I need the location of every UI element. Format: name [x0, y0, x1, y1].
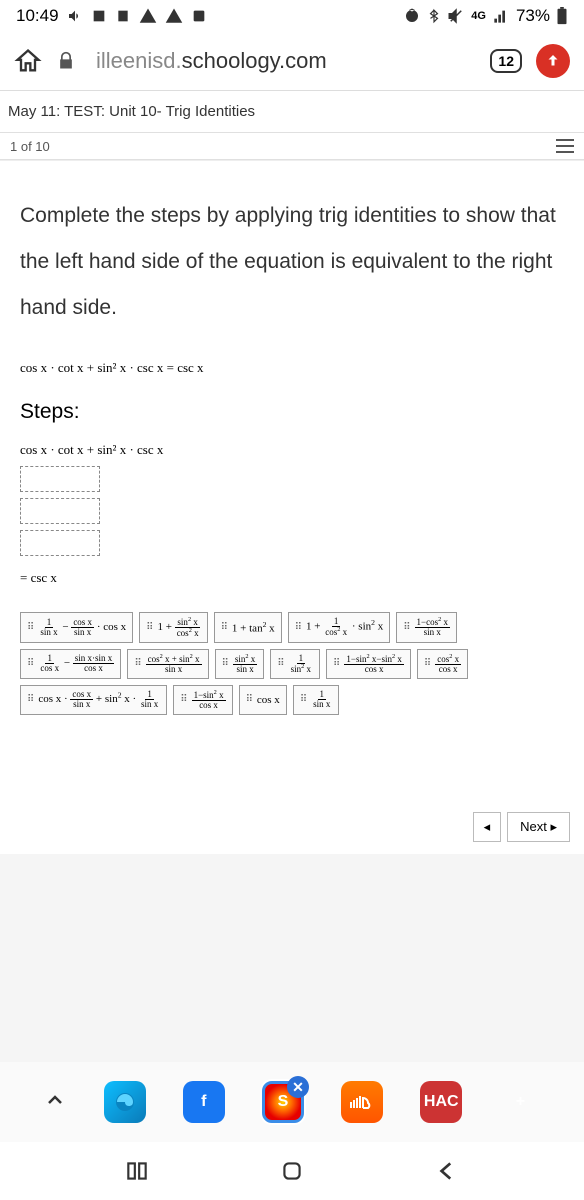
tile-14[interactable]: ⠿cos x [239, 685, 287, 715]
upload-button[interactable] [536, 44, 570, 78]
recents-button[interactable] [124, 1158, 150, 1184]
add-app-button[interactable]: + [499, 1081, 541, 1123]
drag-handle-icon: ⠿ [246, 694, 253, 705]
app-s[interactable]: S✕ [262, 1081, 304, 1123]
bluetooth-icon [427, 7, 441, 25]
refresh-icon [191, 8, 207, 24]
app-soundcloud[interactable] [341, 1081, 383, 1123]
caret-up-icon[interactable] [43, 1088, 67, 1117]
tile-9[interactable]: ⠿1sin2 x [270, 649, 320, 679]
battery-icon [556, 7, 568, 25]
status-bar: 10:49 4G 73% [0, 0, 584, 32]
drag-handle-icon: ⠿ [277, 658, 284, 669]
mute-icon [447, 7, 465, 25]
back-button[interactable] [434, 1158, 460, 1184]
drag-handle-icon: ⠿ [27, 694, 34, 705]
home-button[interactable] [279, 1158, 305, 1184]
drag-handle-icon: ⠿ [221, 622, 228, 633]
drag-handle-icon: ⠿ [134, 658, 141, 669]
tile-13[interactable]: ⠿1−sin2 xcos x [173, 685, 232, 715]
tile-5[interactable]: ⠿1−cos2 xsin x [396, 612, 457, 643]
battery-percent: 73% [516, 6, 550, 26]
signal-icon [492, 8, 510, 24]
question-content: Complete the steps by applying trig iden… [0, 160, 584, 800]
nav-row: ◂ Next ▸ [0, 800, 584, 854]
tile-12[interactable]: ⠿cos x · cos xsin x + sin2 x · 1sin x [20, 685, 167, 715]
volume-icon [67, 8, 83, 24]
assignment-title: May 11: TEST: Unit 10- Trig Identities [0, 90, 584, 132]
steps-label: Steps: [20, 400, 564, 424]
tile-2[interactable]: ⠿1 + sin2 xcos2 x [139, 612, 207, 643]
tile-7[interactable]: ⠿cos2 x + sin2 xsin x [127, 649, 208, 679]
step-1: cos x · cot x + sin² x · csc x [20, 442, 564, 458]
close-icon[interactable]: ✕ [287, 1076, 309, 1098]
drag-handle-icon: ⠿ [27, 658, 34, 669]
step-input-3[interactable] [20, 530, 100, 556]
drag-handle-icon: ⠿ [424, 658, 431, 669]
browser-bar: illeenisd.schoology.com 12 [0, 32, 584, 90]
drag-handle-icon: ⠿ [403, 622, 410, 633]
answer-tiles: ⠿1sin x − cos xsin x · cos x ⠿1 + sin2 x… [20, 606, 564, 721]
download-icon [115, 8, 131, 24]
app-switcher: f S✕ HAC + [0, 1062, 584, 1142]
alarm-icon [403, 7, 421, 25]
menu-icon[interactable] [556, 139, 574, 153]
network-label: 4G [471, 10, 486, 22]
tile-1[interactable]: ⠿1sin x − cos xsin x · cos x [20, 612, 133, 643]
home-icon[interactable] [14, 47, 42, 75]
drag-handle-icon: ⠿ [27, 622, 34, 633]
drag-handle-icon: ⠿ [333, 658, 340, 669]
drag-handle-icon: ⠿ [222, 658, 229, 669]
drag-handle-icon: ⠿ [295, 622, 302, 633]
tile-10[interactable]: ⠿1−sin2 x−sin2 xcos x [326, 649, 411, 679]
step-input-1[interactable] [20, 466, 100, 492]
tile-4[interactable]: ⠿1 + 1cos2 x · sin2 x [288, 612, 391, 643]
tile-8[interactable]: ⠿sin2 xsin x [215, 649, 265, 679]
next-button[interactable]: Next ▸ [507, 812, 570, 842]
warning-icon-2 [165, 7, 183, 25]
tile-6[interactable]: ⠿1cos x − sin x·sin xcos x [20, 649, 121, 679]
question-prompt: Complete the steps by applying trig iden… [20, 193, 564, 332]
puzzle-icon [91, 8, 107, 24]
drag-handle-icon: ⠿ [146, 622, 153, 633]
prev-button[interactable]: ◂ [473, 812, 502, 842]
tile-11[interactable]: ⠿cos2 xcos x [417, 649, 468, 679]
url-text[interactable]: illeenisd.schoology.com [90, 48, 476, 74]
drag-handle-icon: ⠿ [300, 694, 307, 705]
app-facebook[interactable]: f [183, 1081, 225, 1123]
tab-count[interactable]: 12 [490, 49, 522, 73]
progress-bar: 1 of 10 [0, 132, 584, 160]
app-edge[interactable] [104, 1081, 146, 1123]
lock-icon [56, 51, 76, 71]
clock: 10:49 [16, 6, 59, 26]
drag-handle-icon: ⠿ [180, 694, 187, 705]
result-line: = csc x [20, 570, 564, 586]
app-hac[interactable]: HAC [420, 1081, 462, 1123]
step-input-2[interactable] [20, 498, 100, 524]
progress-text: 1 of 10 [10, 139, 50, 154]
warning-icon [139, 7, 157, 25]
tile-15[interactable]: ⠿1sin x [293, 685, 340, 715]
tile-3[interactable]: ⠿1 + tan2 x [214, 612, 282, 643]
system-nav-bar [0, 1142, 584, 1200]
given-equation: cos x · cot x + sin² x · csc x = csc x [20, 360, 564, 376]
